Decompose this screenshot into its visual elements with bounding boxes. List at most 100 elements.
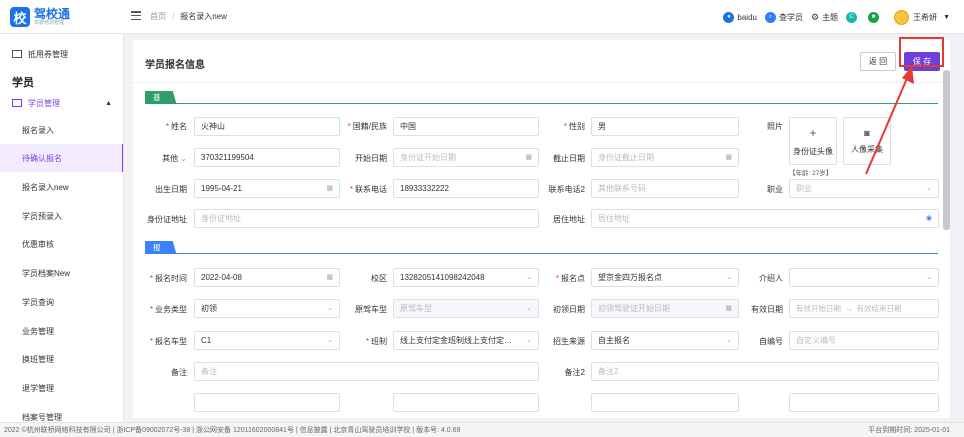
sidebar-group-title: 学员 <box>12 77 34 89</box>
next-row-input-2[interactable] <box>393 393 539 412</box>
chevron-down-icon: ⌄ <box>726 337 732 344</box>
id-end-date-input[interactable]: 身份证截止日期 ▦ <box>591 148 739 167</box>
biz-type-select[interactable]: 初领 ⌄ <box>194 299 340 318</box>
sidebar-item-class-change[interactable]: 换班管理 <box>0 345 123 373</box>
chevron-down-icon: ⌄ <box>926 274 932 281</box>
next-row-input-4[interactable] <box>789 393 939 412</box>
remark-input[interactable]: 备注 <box>194 362 539 381</box>
signup-point-select[interactable]: 望京金四万报名点 ⌄ <box>591 268 739 287</box>
search-student-link[interactable]: ⌕ 查学员 <box>764 11 803 23</box>
orig-car-label: 原驾车型 <box>355 305 387 314</box>
birth-label: 出生日期 <box>155 185 187 194</box>
car-type-select[interactable]: C1 ⌄ <box>194 331 340 350</box>
baidu-link[interactable]: ● baidu <box>723 11 757 23</box>
name-input[interactable]: 火神山 <box>194 117 340 136</box>
location-icon: ◉ <box>925 215 932 222</box>
valid-date-range[interactable]: 有效开始日期 → 有效结束日期 <box>789 299 939 318</box>
sidebar-item-student-archive[interactable]: 学员档案New <box>0 259 123 287</box>
sidebar-item-coupons[interactable]: 抵用券管理 <box>0 40 123 68</box>
breadcrumb-home[interactable]: 首页 <box>150 12 166 21</box>
sidebar-item-signup-entry-new[interactable]: 报名录入new <box>0 173 123 201</box>
age-text: 【年龄: 27岁】 <box>789 170 833 177</box>
header-right: ● baidu ⌕ 查学员 ⚙ 主题 C ■ 王希妍 ▼ <box>715 8 950 26</box>
first-date-label: 初领日期 <box>553 305 585 314</box>
next-row-input-3[interactable] <box>591 393 739 412</box>
sidebar-item-student-query[interactable]: 学员查询 <box>0 288 123 316</box>
nationality-label: * 国籍/民族 <box>347 122 387 131</box>
campus-label: 校区 <box>371 274 387 283</box>
phone2-label: 联系电话2 <box>548 185 585 194</box>
signup-time-input[interactable]: 2022-04-08 ▦ <box>194 268 340 287</box>
class-select[interactable]: 线上支付定金班制线上支付定… ⌄ <box>393 331 539 350</box>
footer-expiry: 平台到期时间: 2025-01-01 <box>868 427 950 434</box>
phone-input[interactable]: 18933332222 <box>393 179 539 198</box>
id-start-date-input[interactable]: 身份证开始日期 ▦ <box>393 148 539 167</box>
calendar-icon: ▦ <box>525 154 532 161</box>
plus-icon: + <box>809 125 817 140</box>
other-label: 其他 ⌄ <box>162 154 187 163</box>
sidebar-item-pending-signup[interactable]: 待确认报名 <box>0 144 123 172</box>
sidebar-item-withdraw[interactable]: 退学管理 <box>0 374 123 402</box>
refresh-button[interactable]: C <box>846 11 860 23</box>
breadcrumb: 首页 / 报名录入new <box>150 12 227 21</box>
remark2-label: 备注2 <box>564 368 585 377</box>
introducer-label: 介绍人 <box>759 274 783 283</box>
campus-select[interactable]: 1328205141098242048 ⌄ <box>393 268 539 287</box>
first-date-input[interactable]: 初领驾驶证开始日期 ▦ <box>591 299 739 318</box>
logo: 校 驾校通 驾驶培训管理 <box>10 7 70 27</box>
nationality-input[interactable]: 中国 <box>393 117 539 136</box>
birth-date-input[interactable]: 1995-04-21 ▦ <box>194 179 340 198</box>
gender-input[interactable]: 男 <box>591 117 739 136</box>
sidebar-item-pre-entry[interactable]: 学员预录入 <box>0 202 123 230</box>
remark2-input[interactable]: 备注2 <box>591 362 939 381</box>
chevron-down-icon: ⌄ <box>926 185 932 192</box>
user-menu[interactable]: 王希妍 ▼ <box>894 9 950 25</box>
id-photo-upload[interactable]: + 身份证头像 <box>789 117 837 165</box>
sidebar-item-signup-entry[interactable]: 报名录入 <box>0 116 123 144</box>
logo-sub: 驾驶培训管理 <box>34 20 65 26</box>
source-select[interactable]: 自主报名 ⌄ <box>591 331 739 350</box>
chevron-down-icon: ▼ <box>943 13 950 21</box>
breadcrumb-current: 报名录入new <box>180 12 227 21</box>
scrollbar[interactable] <box>943 70 950 230</box>
id-address-input[interactable]: 身份证地址 <box>194 209 539 228</box>
theme-icon: ⚙ <box>810 11 820 22</box>
chevron-down-icon: ⌄ <box>526 305 532 312</box>
chevron-down-icon: ⌄ <box>526 274 532 281</box>
class-label: * 班制 <box>365 337 387 346</box>
photo-label: 照片 <box>767 122 783 131</box>
baidu-icon: ● <box>723 11 735 23</box>
phone2-input[interactable]: 其他联系号码 <box>591 179 739 198</box>
phone-label: * 联系电话 <box>349 185 387 194</box>
start-date-label: 开始日期 <box>355 154 387 163</box>
sidebar: 抵用券管理 学员 学员管理 ▲ 报名录入 待确认报名 报名录入new 学员预录入 … <box>0 34 124 422</box>
sidebar-item-archive-no[interactable]: 档案号管理 <box>0 403 123 422</box>
annotation-arrow-icon <box>865 66 914 175</box>
next-row-input-1[interactable] <box>194 393 340 412</box>
student-icon <box>12 99 22 107</box>
status-button[interactable]: ■ <box>868 11 882 23</box>
calendar-icon: ▦ <box>326 274 333 281</box>
live-address-input[interactable]: 居住地址 ◉ <box>591 209 939 228</box>
introducer-select[interactable]: ⌄ <box>789 268 939 287</box>
sidebar-item-discount-review[interactable]: 优惠审核 <box>0 230 123 258</box>
chevron-down-icon: ⌄ <box>526 337 532 344</box>
custom-no-label: 自编号 <box>759 337 783 346</box>
page-title: 学员报名信息 <box>145 60 205 71</box>
orig-car-select[interactable]: 原驾车型 ⌄ <box>393 299 539 318</box>
custom-no-input[interactable]: 自定义编号 <box>789 331 939 350</box>
live-address-label: 居住地址 <box>553 215 585 224</box>
sidebar-item-business[interactable]: 业务管理 <box>0 317 123 345</box>
user-name: 王希妍 <box>913 12 938 22</box>
chevron-down-icon: ⌄ <box>327 337 333 344</box>
menu-toggle-icon[interactable] <box>131 11 141 21</box>
name-label: * 姓名 <box>165 122 187 131</box>
theme-button[interactable]: ⚙ 主题 <box>811 12 838 23</box>
search-student-icon: ⌕ <box>764 11 776 23</box>
footer-copyright: 2022 ©杭州联桥网络科技有限公司 | 浙ICP备09002072号-38 |… <box>4 427 461 434</box>
sidebar-item-student-management[interactable]: 学员管理 ▲ <box>0 89 123 117</box>
footer: 2022 ©杭州联桥网络科技有限公司 | 浙ICP备09002072号-38 |… <box>0 422 964 437</box>
valid-date-label: 有效日期 <box>751 305 783 314</box>
student-signup-card: 学员报名信息 返 回 保 存 基础信息 * 姓名 火神山 * 国籍/民族 中国 * 性… <box>133 40 950 418</box>
id-number-input[interactable]: 370321199504 <box>194 148 340 167</box>
